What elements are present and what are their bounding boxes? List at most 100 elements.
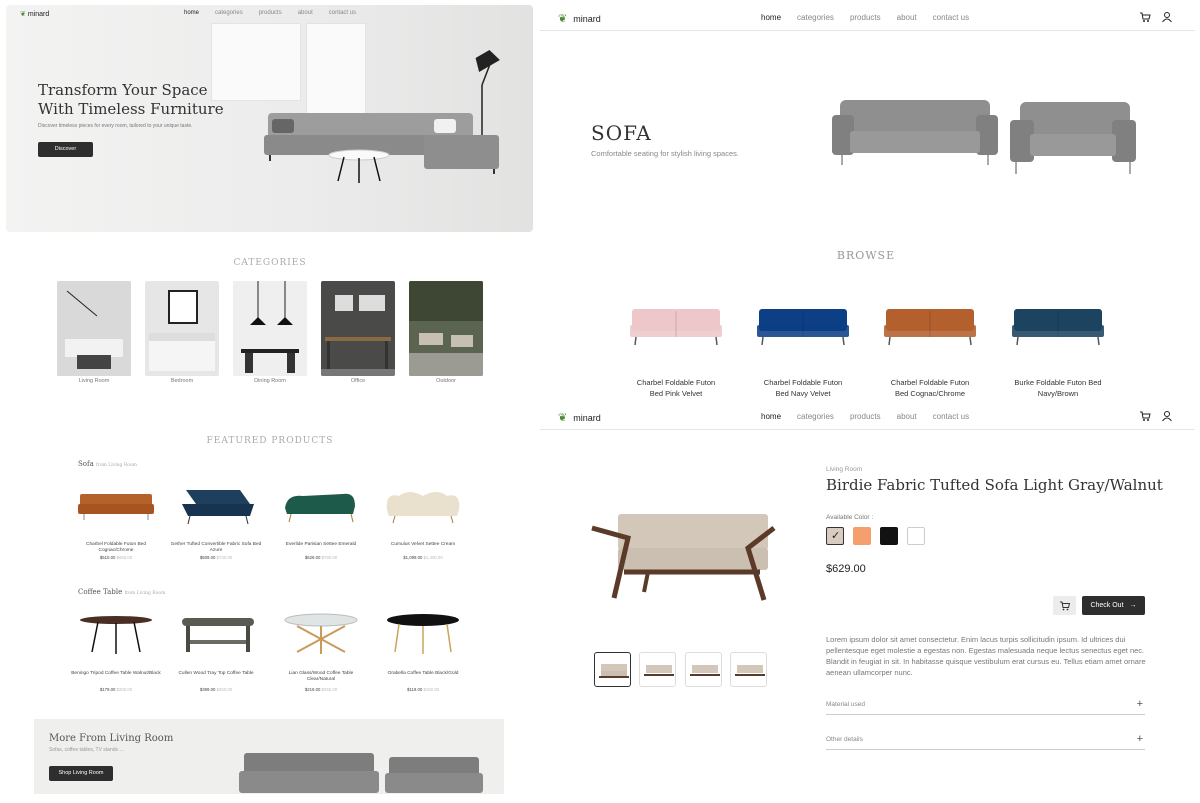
product-thumbnail[interactable] bbox=[639, 652, 676, 687]
product-name[interactable]: Cumulus Velvet Settee Cream bbox=[377, 542, 469, 548]
more-from-living-room-banner: More From Living Room Sofas, coffee tabl… bbox=[34, 719, 504, 794]
browse-item-name[interactable]: Burke Foldable Futon Bed Navy/Brown bbox=[998, 377, 1118, 399]
mini-nav-contact[interactable]: contact us bbox=[329, 10, 356, 16]
color-swatch-beige[interactable]: ✓ bbox=[826, 527, 844, 545]
category-dining-room[interactable] bbox=[233, 281, 307, 376]
product-main-image bbox=[591, 514, 776, 601]
landing-page-preview: ❦ minard home categories products about … bbox=[0, 0, 540, 803]
plus-icon: + bbox=[1136, 733, 1143, 745]
mini-nav-categories[interactable]: categories bbox=[215, 10, 243, 16]
product-image-settee-emerald[interactable] bbox=[283, 488, 359, 524]
plant-icon: ❦ bbox=[558, 13, 568, 25]
check-icon: ✓ bbox=[831, 530, 841, 542]
plant-icon: ❦ bbox=[558, 412, 568, 424]
browse-item-image[interactable] bbox=[882, 303, 978, 349]
product-name[interactable]: Charbel Foldable Futon Bed Cognac/Chrome bbox=[70, 542, 162, 554]
product-price: $629.00 bbox=[826, 563, 866, 575]
site-logo[interactable]: ❦ minard bbox=[558, 12, 601, 25]
category-office[interactable] bbox=[321, 281, 395, 376]
product-image-sofa-cognac[interactable] bbox=[78, 490, 154, 522]
category-outdoor[interactable] bbox=[409, 281, 483, 376]
color-swatch-white[interactable] bbox=[907, 527, 925, 545]
nav-home[interactable]: home bbox=[761, 412, 781, 421]
product-description: Lorem ipsum dolor sit amet consectetur. … bbox=[826, 635, 1146, 677]
product-image-tray-table[interactable] bbox=[180, 614, 256, 656]
product-price: $509.00 $730.00 bbox=[199, 555, 233, 560]
product-name[interactable]: Cullen Wood Tray Top Coffee Table bbox=[170, 671, 262, 677]
nav-products[interactable]: products bbox=[850, 13, 881, 22]
mini-logo[interactable]: ❦ minard bbox=[20, 10, 49, 18]
product-name[interactable]: Lian Glass/Wood Coffee Table Clear/Natur… bbox=[275, 671, 367, 683]
product-thumbnail[interactable] bbox=[730, 652, 767, 687]
brand-name: minard bbox=[573, 412, 601, 423]
category-label: Office bbox=[350, 378, 366, 384]
color-swatch-orange[interactable] bbox=[853, 527, 871, 545]
hero-subtitle: Discover timeless pieces for every room,… bbox=[38, 123, 193, 129]
browse-item-name[interactable]: Charbel Foldable Futon Bed Cognac/Chrome bbox=[870, 377, 990, 399]
site-logo[interactable]: ❦ minard bbox=[558, 411, 601, 424]
category-bedroom[interactable] bbox=[145, 281, 219, 376]
nav-contact[interactable]: contact us bbox=[933, 412, 969, 421]
mini-brand: minard bbox=[27, 11, 50, 18]
plus-icon: + bbox=[1136, 698, 1143, 710]
category-page-title: SOFA bbox=[591, 121, 652, 145]
hero-section: ❦ minard home categories products about … bbox=[6, 5, 533, 232]
product-image-tripod-table[interactable] bbox=[78, 612, 154, 656]
product-image-settee-cream[interactable] bbox=[385, 488, 461, 524]
product-name[interactable]: Beningo Tripod Coffee Table Walnut/Black bbox=[70, 671, 162, 677]
browse-item-name[interactable]: Charbel Foldable Futon Bed Pink Velvet bbox=[616, 377, 736, 399]
product-name[interactable]: Everlide Parisian Settee Emerald bbox=[275, 542, 367, 548]
mini-nav: ❦ minard home categories products about … bbox=[6, 5, 533, 23]
category-living-room[interactable] bbox=[57, 281, 131, 376]
grey-armchair-image bbox=[1010, 102, 1136, 174]
accordion-label: Material used bbox=[826, 701, 866, 708]
nav-products[interactable]: products bbox=[850, 412, 881, 421]
accordion-other-details[interactable]: Other details + bbox=[826, 733, 1145, 750]
product-thumbnail-selected[interactable] bbox=[594, 652, 631, 687]
check-out-button[interactable]: Check Out → bbox=[1082, 596, 1145, 615]
nav-contact[interactable]: contact us bbox=[933, 13, 969, 22]
discover-button[interactable]: Discover bbox=[38, 142, 93, 157]
product-thumbnail[interactable] bbox=[685, 652, 722, 687]
browse-item-image[interactable] bbox=[755, 303, 851, 349]
nav-categories[interactable]: categories bbox=[797, 13, 834, 22]
nav-about[interactable]: about bbox=[897, 13, 917, 22]
banner-subtitle: Sofas, coffee tables, TV stands ... bbox=[49, 747, 124, 753]
product-image-orabella-table[interactable] bbox=[385, 612, 461, 656]
mini-nav-home[interactable]: home bbox=[184, 10, 199, 16]
arrow-right-icon: → bbox=[1129, 602, 1137, 609]
product-price: $1,099.00 $1,400.00 bbox=[403, 555, 443, 560]
user-icon[interactable] bbox=[1161, 11, 1173, 23]
cart-icon[interactable] bbox=[1139, 410, 1151, 422]
color-swatch-black[interactable] bbox=[880, 527, 898, 545]
group-heading-sofa: Sofa from Living Room bbox=[78, 460, 137, 468]
mini-nav-products[interactable]: products bbox=[259, 10, 282, 16]
user-icon[interactable] bbox=[1161, 410, 1173, 422]
product-price: $119.00 $150.00 bbox=[407, 687, 439, 692]
shop-living-room-button[interactable]: Shop Living Room bbox=[49, 766, 113, 781]
mini-nav-about[interactable]: about bbox=[298, 10, 313, 16]
product-price: $629.00 $790.00 bbox=[304, 555, 338, 560]
product-image-glass-table[interactable] bbox=[283, 612, 359, 656]
browse-item-name[interactable]: Charbel Foldable Futon Bed Navy Velvet bbox=[743, 377, 863, 399]
banner-title: More From Living Room bbox=[49, 733, 174, 744]
banner-sofas-image bbox=[239, 753, 483, 793]
product-breadcrumb[interactable]: Living Room bbox=[826, 466, 862, 473]
accordion-material-used[interactable]: Material used + bbox=[826, 698, 1145, 715]
product-name[interactable]: Gether Tufted Convertible Fabric Sofa Be… bbox=[170, 542, 262, 554]
brand-name: minard bbox=[573, 13, 601, 24]
nav-about[interactable]: about bbox=[897, 412, 917, 421]
group-heading-coffee-table: Coffee Table from Living Room bbox=[78, 588, 166, 596]
cart-icon[interactable] bbox=[1139, 11, 1151, 23]
browse-item-image[interactable] bbox=[628, 303, 724, 349]
product-name[interactable]: Orabella Coffee Table Black/Gold bbox=[377, 671, 469, 677]
nav-categories[interactable]: categories bbox=[797, 412, 834, 421]
category-label: Bedroom bbox=[170, 378, 194, 384]
available-color-label: Available Color : bbox=[826, 514, 874, 521]
add-to-cart-button[interactable] bbox=[1053, 596, 1076, 615]
product-image-sofa-azure[interactable] bbox=[180, 486, 256, 526]
nav-home[interactable]: home bbox=[761, 13, 781, 22]
browse-item-image[interactable] bbox=[1010, 303, 1106, 349]
top-nav-bar: ❦ minard home categories products about c… bbox=[540, 5, 1195, 31]
check-out-label: Check Out bbox=[1090, 602, 1124, 609]
